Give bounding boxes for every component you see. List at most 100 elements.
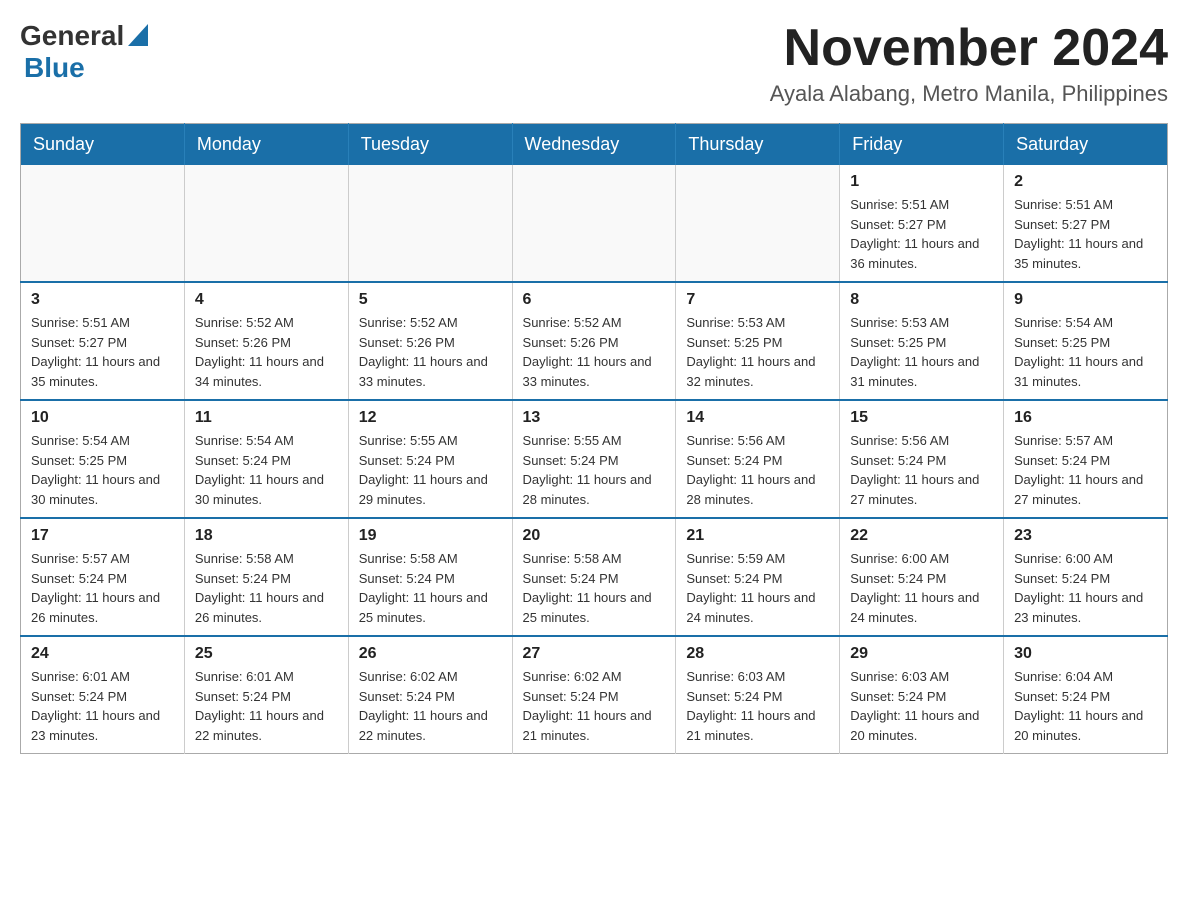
- day-info: Sunrise: 5:55 AM Sunset: 5:24 PM Dayligh…: [359, 431, 502, 509]
- calendar-cell: [184, 165, 348, 282]
- calendar-week-4: 17 Sunrise: 5:57 AM Sunset: 5:24 PM Dayli…: [21, 518, 1168, 636]
- col-wednesday: Wednesday: [512, 124, 676, 166]
- logo-general: General: [20, 20, 124, 52]
- day-number: 22: [850, 527, 993, 545]
- day-number: 9: [1014, 291, 1157, 309]
- logo-triangle-icon: [128, 24, 148, 51]
- calendar-cell: 11 Sunrise: 5:54 AM Sunset: 5:24 PM Dayli…: [184, 400, 348, 518]
- day-info: Sunrise: 5:56 AM Sunset: 5:24 PM Dayligh…: [850, 431, 993, 509]
- day-number: 16: [1014, 409, 1157, 427]
- calendar-cell: 23 Sunrise: 6:00 AM Sunset: 5:24 PM Dayli…: [1004, 518, 1168, 636]
- calendar-cell: 21 Sunrise: 5:59 AM Sunset: 5:24 PM Dayli…: [676, 518, 840, 636]
- calendar-cell: [676, 165, 840, 282]
- calendar-cell: 20 Sunrise: 5:58 AM Sunset: 5:24 PM Dayli…: [512, 518, 676, 636]
- day-number: 10: [31, 409, 174, 427]
- logo-blue: Blue: [24, 52, 85, 83]
- day-info: Sunrise: 6:00 AM Sunset: 5:24 PM Dayligh…: [1014, 549, 1157, 627]
- day-number: 15: [850, 409, 993, 427]
- day-info: Sunrise: 5:52 AM Sunset: 5:26 PM Dayligh…: [359, 313, 502, 391]
- calendar-cell: 8 Sunrise: 5:53 AM Sunset: 5:25 PM Daylig…: [840, 282, 1004, 400]
- calendar-cell: 28Sunrise: 6:03 AM Sunset: 5:24 PM Dayli…: [676, 636, 840, 754]
- calendar-cell: 19Sunrise: 5:58 AM Sunset: 5:24 PM Dayli…: [348, 518, 512, 636]
- calendar-cell: 24 Sunrise: 6:01 AM Sunset: 5:24 PM Dayli…: [21, 636, 185, 754]
- calendar-cell: 3Sunrise: 5:51 AM Sunset: 5:27 PM Daylig…: [21, 282, 185, 400]
- day-info: Sunrise: 5:53 AM Sunset: 5:25 PM Dayligh…: [686, 313, 829, 391]
- day-number: 3: [31, 291, 174, 309]
- day-info: Sunrise: 6:04 AM Sunset: 5:24 PM Dayligh…: [1014, 667, 1157, 745]
- day-number: 4: [195, 291, 338, 309]
- calendar-cell: 13 Sunrise: 5:55 AM Sunset: 5:24 PM Dayli…: [512, 400, 676, 518]
- day-info: Sunrise: 6:01 AM Sunset: 5:24 PM Dayligh…: [31, 667, 174, 745]
- day-number: 12: [359, 409, 502, 427]
- calendar-cell: 17 Sunrise: 5:57 AM Sunset: 5:24 PM Dayli…: [21, 518, 185, 636]
- calendar-cell: 2 Sunrise: 5:51 AM Sunset: 5:27 PM Daylig…: [1004, 165, 1168, 282]
- location: Ayala Alabang, Metro Manila, Philippines: [770, 81, 1168, 107]
- day-info: Sunrise: 5:52 AM Sunset: 5:26 PM Dayligh…: [523, 313, 666, 391]
- day-info: Sunrise: 5:57 AM Sunset: 5:24 PM Dayligh…: [31, 549, 174, 627]
- day-info: Sunrise: 5:52 AM Sunset: 5:26 PM Dayligh…: [195, 313, 338, 391]
- day-info: Sunrise: 6:03 AM Sunset: 5:24 PM Dayligh…: [850, 667, 993, 745]
- day-info: Sunrise: 5:53 AM Sunset: 5:25 PM Dayligh…: [850, 313, 993, 391]
- day-number: 21: [686, 527, 829, 545]
- calendar-week-2: 3Sunrise: 5:51 AM Sunset: 5:27 PM Daylig…: [21, 282, 1168, 400]
- day-info: Sunrise: 5:55 AM Sunset: 5:24 PM Dayligh…: [523, 431, 666, 509]
- day-number: 13: [523, 409, 666, 427]
- page-header: General Blue November 2024 Ayala Alabang…: [20, 20, 1168, 107]
- calendar-cell: 30 Sunrise: 6:04 AM Sunset: 5:24 PM Dayli…: [1004, 636, 1168, 754]
- day-info: Sunrise: 5:54 AM Sunset: 5:24 PM Dayligh…: [195, 431, 338, 509]
- day-info: Sunrise: 5:58 AM Sunset: 5:24 PM Dayligh…: [523, 549, 666, 627]
- col-friday: Friday: [840, 124, 1004, 166]
- day-number: 5: [359, 291, 502, 309]
- day-number: 14: [686, 409, 829, 427]
- day-number: 19: [359, 527, 502, 545]
- calendar-cell: 27 Sunrise: 6:02 AM Sunset: 5:24 PM Dayli…: [512, 636, 676, 754]
- day-number: 18: [195, 527, 338, 545]
- calendar-cell: 29 Sunrise: 6:03 AM Sunset: 5:24 PM Dayli…: [840, 636, 1004, 754]
- day-number: 27: [523, 645, 666, 663]
- header-right: November 2024 Ayala Alabang, Metro Manil…: [770, 20, 1168, 107]
- calendar-cell: 6Sunrise: 5:52 AM Sunset: 5:26 PM Daylig…: [512, 282, 676, 400]
- col-thursday: Thursday: [676, 124, 840, 166]
- day-info: Sunrise: 6:00 AM Sunset: 5:24 PM Dayligh…: [850, 549, 993, 627]
- day-number: 23: [1014, 527, 1157, 545]
- calendar-cell: 5 Sunrise: 5:52 AM Sunset: 5:26 PM Daylig…: [348, 282, 512, 400]
- calendar-cell: 4 Sunrise: 5:52 AM Sunset: 5:26 PM Daylig…: [184, 282, 348, 400]
- calendar-cell: 7 Sunrise: 5:53 AM Sunset: 5:25 PM Daylig…: [676, 282, 840, 400]
- calendar-cell: 26Sunrise: 6:02 AM Sunset: 5:24 PM Dayli…: [348, 636, 512, 754]
- day-number: 30: [1014, 645, 1157, 663]
- calendar-cell: 16Sunrise: 5:57 AM Sunset: 5:24 PM Dayli…: [1004, 400, 1168, 518]
- calendar-week-1: 1 Sunrise: 5:51 AM Sunset: 5:27 PM Daylig…: [21, 165, 1168, 282]
- calendar-week-5: 24 Sunrise: 6:01 AM Sunset: 5:24 PM Dayli…: [21, 636, 1168, 754]
- col-sunday: Sunday: [21, 124, 185, 166]
- day-info: Sunrise: 6:01 AM Sunset: 5:24 PM Dayligh…: [195, 667, 338, 745]
- day-number: 8: [850, 291, 993, 309]
- day-number: 24: [31, 645, 174, 663]
- calendar-cell: [21, 165, 185, 282]
- day-number: 25: [195, 645, 338, 663]
- day-info: Sunrise: 6:02 AM Sunset: 5:24 PM Dayligh…: [359, 667, 502, 745]
- calendar-cell: 1 Sunrise: 5:51 AM Sunset: 5:27 PM Daylig…: [840, 165, 1004, 282]
- calendar-cell: [348, 165, 512, 282]
- calendar-cell: [512, 165, 676, 282]
- col-saturday: Saturday: [1004, 124, 1168, 166]
- day-number: 2: [1014, 173, 1157, 191]
- calendar-table: Sunday Monday Tuesday Wednesday Thursday…: [20, 123, 1168, 754]
- day-number: 7: [686, 291, 829, 309]
- logo: General Blue: [20, 20, 148, 84]
- day-info: Sunrise: 5:51 AM Sunset: 5:27 PM Dayligh…: [850, 195, 993, 273]
- day-number: 29: [850, 645, 993, 663]
- month-title: November 2024: [770, 20, 1168, 77]
- day-info: Sunrise: 5:56 AM Sunset: 5:24 PM Dayligh…: [686, 431, 829, 509]
- calendar-cell: 18Sunrise: 5:58 AM Sunset: 5:24 PM Dayli…: [184, 518, 348, 636]
- day-number: 20: [523, 527, 666, 545]
- day-number: 17: [31, 527, 174, 545]
- calendar-cell: 10Sunrise: 5:54 AM Sunset: 5:25 PM Dayli…: [21, 400, 185, 518]
- day-info: Sunrise: 6:02 AM Sunset: 5:24 PM Dayligh…: [523, 667, 666, 745]
- day-number: 11: [195, 409, 338, 427]
- calendar-week-3: 10Sunrise: 5:54 AM Sunset: 5:25 PM Dayli…: [21, 400, 1168, 518]
- day-info: Sunrise: 5:51 AM Sunset: 5:27 PM Dayligh…: [1014, 195, 1157, 273]
- day-info: Sunrise: 5:59 AM Sunset: 5:24 PM Dayligh…: [686, 549, 829, 627]
- col-monday: Monday: [184, 124, 348, 166]
- day-info: Sunrise: 6:03 AM Sunset: 5:24 PM Dayligh…: [686, 667, 829, 745]
- day-number: 1: [850, 173, 993, 191]
